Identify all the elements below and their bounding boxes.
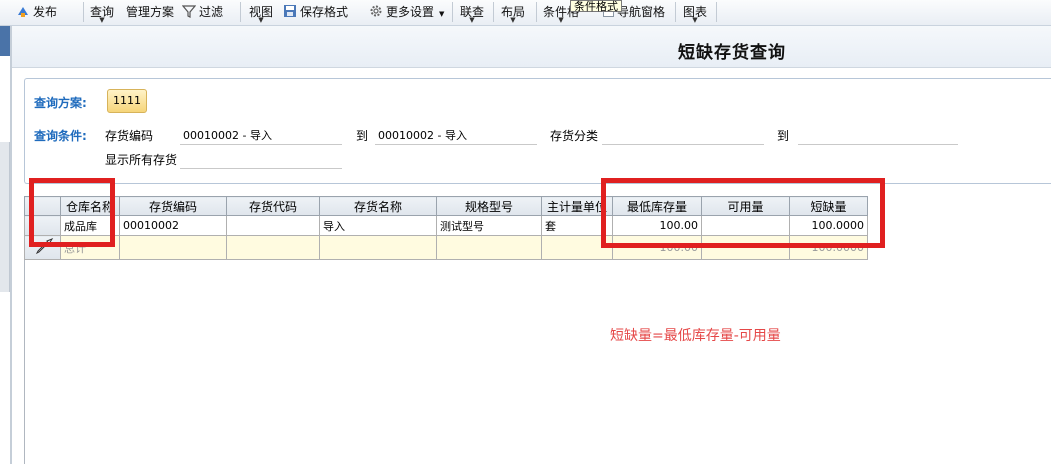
- save-icon: [284, 5, 296, 17]
- table-cell[interactable]: [226, 215, 320, 236]
- field-underline: [375, 144, 537, 145]
- filter-button[interactable]: 过滤: [182, 0, 223, 24]
- annotation-box-quantities: [601, 178, 885, 248]
- publish-label: 发布: [33, 5, 58, 19]
- filter-label: 过滤: [199, 5, 224, 19]
- to-label: 到: [777, 129, 790, 143]
- chevron-down-icon: ▼: [692, 16, 698, 24]
- inv-code-label: 存货编码: [105, 129, 154, 143]
- table-cell[interactable]: 00010002: [119, 215, 227, 236]
- page-title: 短缺存货查询: [678, 43, 786, 63]
- column-header[interactable]: 存货代码: [226, 196, 320, 216]
- separator: [536, 2, 537, 22]
- table-cell: [436, 235, 542, 260]
- chevron-down-icon: ▼: [510, 16, 516, 24]
- publish-button[interactable]: 发布: [16, 0, 57, 24]
- chevron-down-icon: ▼: [258, 16, 264, 24]
- divider: [10, 26, 12, 464]
- manage-plan-button[interactable]: 管理方案: [126, 0, 174, 24]
- separator: [240, 2, 241, 22]
- chevron-down-icon: ▼: [439, 10, 445, 18]
- tooltip: 条件格式: [570, 0, 622, 12]
- left-pane-splitter[interactable]: [0, 142, 10, 292]
- more-settings-dropdown[interactable]: 更多设置 ▼: [369, 0, 444, 24]
- nav-pane-label: 导航窗格: [617, 5, 666, 19]
- manage-plan-label: 管理方案: [126, 5, 175, 19]
- separator: [675, 2, 676, 22]
- title-bar: 短缺存货查询: [12, 26, 1051, 68]
- query-dropdown[interactable]: 查询 ▼: [90, 0, 114, 24]
- column-header[interactable]: 存货编码: [119, 196, 227, 216]
- left-pane-border: [0, 26, 12, 464]
- save-format-button[interactable]: 保存格式: [283, 0, 348, 24]
- plan-label: 查询方案:: [34, 96, 87, 110]
- annotation-box-warehouse: [29, 178, 115, 247]
- query-panel: 查询方案: 1111 查询条件: 存货编码 00010002 - 导入 到 00…: [24, 78, 1051, 184]
- field-underline: [798, 144, 958, 145]
- left-pane-header: [0, 26, 10, 56]
- chevron-down-icon: ▼: [469, 16, 475, 24]
- chevron-down-icon: ▼: [558, 16, 564, 24]
- plan-button[interactable]: 1111: [107, 89, 147, 113]
- column-header[interactable]: 存货名称: [319, 196, 437, 216]
- separator: [716, 2, 717, 22]
- save-format-label: 保存格式: [300, 5, 349, 19]
- view-dropdown[interactable]: 视图 ▼: [249, 0, 273, 24]
- inv-code-from-field[interactable]: 00010002 - 导入: [183, 127, 272, 143]
- field-underline: [180, 144, 342, 145]
- filter-icon: [182, 5, 196, 18]
- condition-label: 查询条件:: [34, 129, 87, 143]
- more-settings-label: 更多设置: [386, 5, 435, 19]
- to-label: 到: [356, 129, 369, 143]
- chart-dropdown[interactable]: 图表 ▼: [683, 0, 707, 24]
- table-cell: [319, 235, 437, 260]
- table-cell[interactable]: 测试型号: [436, 215, 542, 236]
- grid-left-border: [24, 260, 25, 464]
- annotation-formula: 短缺量=最低库存量-可用量: [610, 328, 781, 344]
- publish-icon: [18, 7, 28, 17]
- layout-dropdown[interactable]: 布局 ▼: [501, 0, 525, 24]
- gear-icon: [370, 5, 382, 17]
- separator: [493, 2, 494, 22]
- column-header[interactable]: 规格型号: [436, 196, 542, 216]
- toolbar: 发布 查询 ▼ 管理方案 过滤 视图 ▼ 保存格式 更多设置 ▼ 联查 ▼ 布局 ▼ 条件…: [0, 0, 1051, 26]
- chevron-down-icon: ▼: [99, 16, 105, 24]
- separator: [452, 2, 453, 22]
- table-cell[interactable]: 导入: [319, 215, 437, 236]
- separator: [83, 2, 84, 22]
- category-label: 存货分类: [550, 129, 599, 143]
- table-cell: [119, 235, 227, 260]
- link-query-dropdown[interactable]: 联查 ▼: [460, 0, 484, 24]
- table-cell: [226, 235, 320, 260]
- show-all-label: 显示所有存货: [105, 153, 178, 167]
- field-underline: [602, 144, 764, 145]
- inv-code-to-field[interactable]: 00010002 - 导入: [378, 127, 467, 143]
- field-underline: [180, 168, 342, 169]
